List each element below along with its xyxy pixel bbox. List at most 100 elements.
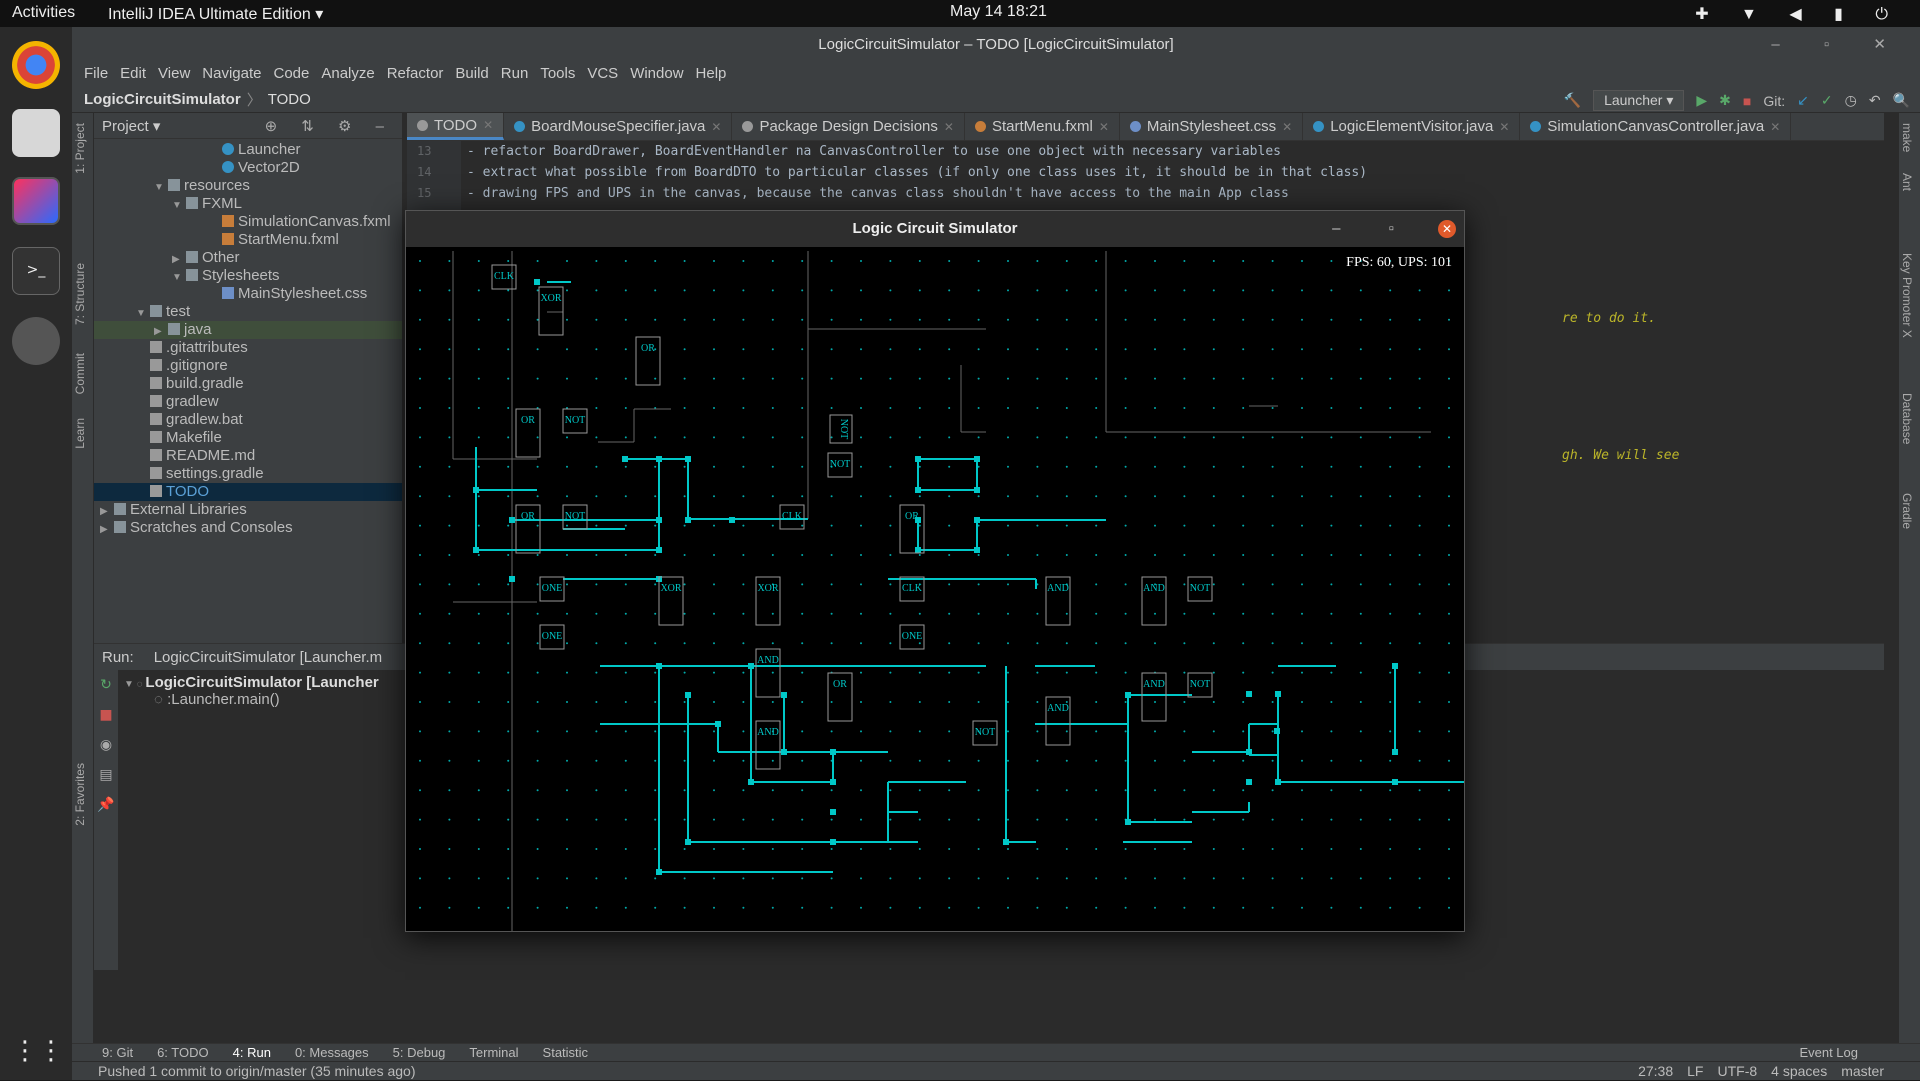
intellij-icon[interactable] <box>12 177 60 225</box>
pin-icon[interactable]: 📌 <box>94 790 118 820</box>
tree-arrow-icon[interactable]: ▶ <box>100 521 114 539</box>
tool-window-tab[interactable]: 9: Git <box>102 1045 133 1060</box>
files-icon[interactable] <box>12 109 60 157</box>
stop-run-icon[interactable]: ■ <box>94 700 118 730</box>
tool-window-button[interactable]: Database <box>1900 393 1914 444</box>
menu-run[interactable]: Run <box>495 63 535 87</box>
tree-item[interactable]: ▶ java <box>94 321 402 339</box>
tool-window-button[interactable]: make <box>1900 123 1914 152</box>
editor-tab[interactable]: MainStylesheet.css ✕ <box>1120 113 1304 140</box>
tool-window-button[interactable]: Key Promoter X <box>1900 253 1914 338</box>
editor-tab[interactable]: SimulationCanvasController.java ✕ <box>1520 113 1792 140</box>
tree-item[interactable]: TODO <box>94 483 402 501</box>
view-icon[interactable]: ◉ <box>94 730 118 760</box>
tool-window-button[interactable]: 7: Structure <box>73 263 87 325</box>
tree-item[interactable]: settings.gradle <box>94 465 402 483</box>
simulator-close-button[interactable]: ✕ <box>1438 220 1456 238</box>
tree-item[interactable]: .gitignore <box>94 357 402 375</box>
close-tab-icon[interactable]: ✕ <box>1499 120 1509 134</box>
tool-window-tab[interactable]: Terminal <box>469 1045 518 1060</box>
git-history-icon[interactable]: ◷ <box>1845 92 1857 109</box>
tree-item[interactable]: ▶ Other <box>94 249 402 267</box>
build-icon[interactable]: 🔨 <box>1564 92 1581 109</box>
search-everywhere-icon[interactable]: 🔍 <box>1893 92 1910 109</box>
project-view-select[interactable]: Project ▾ <box>102 117 160 135</box>
tree-item[interactable]: gradlew <box>94 393 402 411</box>
tree-item[interactable]: ▼ Stylesheets <box>94 267 402 285</box>
run-config-select[interactable]: Launcher ▾ <box>1593 90 1685 111</box>
code-area[interactable]: - refactor BoardDrawer, BoardEventHandle… <box>467 141 1367 204</box>
tool-window-tab[interactable]: 5: Debug <box>393 1045 446 1060</box>
close-tab-icon[interactable]: ✕ <box>944 120 954 134</box>
code-line[interactable]: - extract what possible from BoardDTO to… <box>467 162 1367 183</box>
simulator-window-controls[interactable]: – ▫ <box>1332 211 1416 247</box>
terminal-icon[interactable]: >_ <box>12 247 60 295</box>
tree-item[interactable]: ▼ FXML <box>94 195 402 213</box>
gimp-icon[interactable] <box>12 317 60 365</box>
stop-icon[interactable]: ■ <box>1743 93 1751 109</box>
system-tray[interactable]: ✚ ▼ ◀ ▮ ⏻ <box>1695 4 1902 24</box>
tree-item[interactable]: ▶ Scratches and Consoles <box>94 519 402 537</box>
app-grid-icon[interactable]: ⋮⋮⋮ <box>12 1027 90 1075</box>
close-tab-icon[interactable]: ✕ <box>1770 120 1780 134</box>
app-menu[interactable]: IntelliJ IDEA Ultimate Edition ▾ <box>108 4 323 24</box>
run-tree-root[interactable]: ▼ ◌ LogicCircuitSimulator [Launcher <box>124 674 379 691</box>
code-line[interactable]: - drawing FPS and UPS in the canvas, bec… <box>467 183 1367 204</box>
close-tab-icon[interactable]: ✕ <box>1099 120 1109 134</box>
tool-window-tab[interactable]: Statistic <box>543 1045 589 1060</box>
menu-edit[interactable]: Edit <box>114 63 152 87</box>
git-branch[interactable]: master <box>1841 1062 1884 1081</box>
rerun-icon[interactable]: ↻ <box>94 670 118 700</box>
breadcrumb-project[interactable]: LogicCircuitSimulator <box>84 91 241 108</box>
tree-item[interactable]: Makefile <box>94 429 402 447</box>
file-encoding[interactable]: UTF-8 <box>1717 1062 1757 1081</box>
menu-code[interactable]: Code <box>267 63 315 87</box>
breadcrumb-file[interactable]: TODO <box>268 91 311 108</box>
tool-window-tab[interactable]: 6: TODO <box>157 1045 209 1060</box>
run-icon[interactable]: ▶ <box>1696 92 1707 109</box>
tool-window-button[interactable]: Learn <box>73 418 87 449</box>
editor-tab[interactable]: Package Design Decisions ✕ <box>732 113 965 140</box>
tree-item[interactable]: ▶ External Libraries <box>94 501 402 519</box>
close-tab-icon[interactable]: ✕ <box>1282 120 1292 134</box>
menu-build[interactable]: Build <box>449 63 494 87</box>
menu-view[interactable]: View <box>152 63 196 87</box>
tool-window-button[interactable]: Gradle <box>1900 493 1914 529</box>
menu-help[interactable]: Help <box>690 63 733 87</box>
menu-analyze[interactable]: Analyze <box>315 63 380 87</box>
event-log-button[interactable]: Event Log <box>1799 1045 1858 1060</box>
git-commit-icon[interactable]: ✓ <box>1821 92 1833 109</box>
menu-file[interactable]: File <box>78 63 114 87</box>
menu-navigate[interactable]: Navigate <box>196 63 267 87</box>
simulation-canvas[interactable]: CLK XOR OR OR NOT NOT NOT OR NOT CLK OR ONE XOR XOR ON… <box>406 247 1464 931</box>
tool-window-button[interactable]: Ant <box>1900 173 1914 191</box>
layout-icon[interactable]: ▤ <box>94 760 118 790</box>
clock[interactable]: May 14 18:21 <box>950 3 1047 21</box>
tree-item[interactable]: build.gradle <box>94 375 402 393</box>
tree-item[interactable]: README.md <box>94 447 402 465</box>
tree-item[interactable]: ▼ resources <box>94 177 402 195</box>
project-panel-tools[interactable]: ⊕ ⇅ ⚙ – <box>265 117 394 135</box>
tree-item[interactable]: ▼ test <box>94 303 402 321</box>
activities-button[interactable]: Activities <box>12 4 75 22</box>
indent-setting[interactable]: 4 spaces <box>1771 1062 1827 1081</box>
window-controls[interactable]: – ▫ ✕ <box>1771 27 1906 63</box>
tool-window-button[interactable]: Commit <box>73 353 87 394</box>
tree-item[interactable]: Launcher <box>94 141 402 159</box>
tool-window-button[interactable]: 2: Favorites <box>73 763 87 826</box>
menu-refactor[interactable]: Refactor <box>381 63 450 87</box>
editor-tab[interactable]: StartMenu.fxml ✕ <box>965 113 1120 140</box>
editor-tab[interactable]: BoardMouseSpecifier.java ✕ <box>504 113 733 140</box>
tree-item[interactable]: gradlew.bat <box>94 411 402 429</box>
tree-item[interactable]: StartMenu.fxml <box>94 231 402 249</box>
tool-window-tab[interactable]: 4: Run <box>233 1045 271 1060</box>
git-update-icon[interactable]: ↙ <box>1797 92 1809 109</box>
circuit-drawing[interactable]: CLK XOR OR OR NOT NOT NOT OR NOT CLK OR ONE XOR XOR ON… <box>406 247 1464 931</box>
menu-window[interactable]: Window <box>624 63 689 87</box>
caret-position[interactable]: 27:38 <box>1638 1062 1673 1081</box>
close-tab-icon[interactable]: ✕ <box>483 118 493 132</box>
debug-icon[interactable]: ✱ <box>1719 92 1731 109</box>
editor-tab[interactable]: TODO ✕ <box>407 113 505 140</box>
tree-item[interactable]: .gitattributes <box>94 339 402 357</box>
tree-item[interactable]: SimulationCanvas.fxml <box>94 213 402 231</box>
